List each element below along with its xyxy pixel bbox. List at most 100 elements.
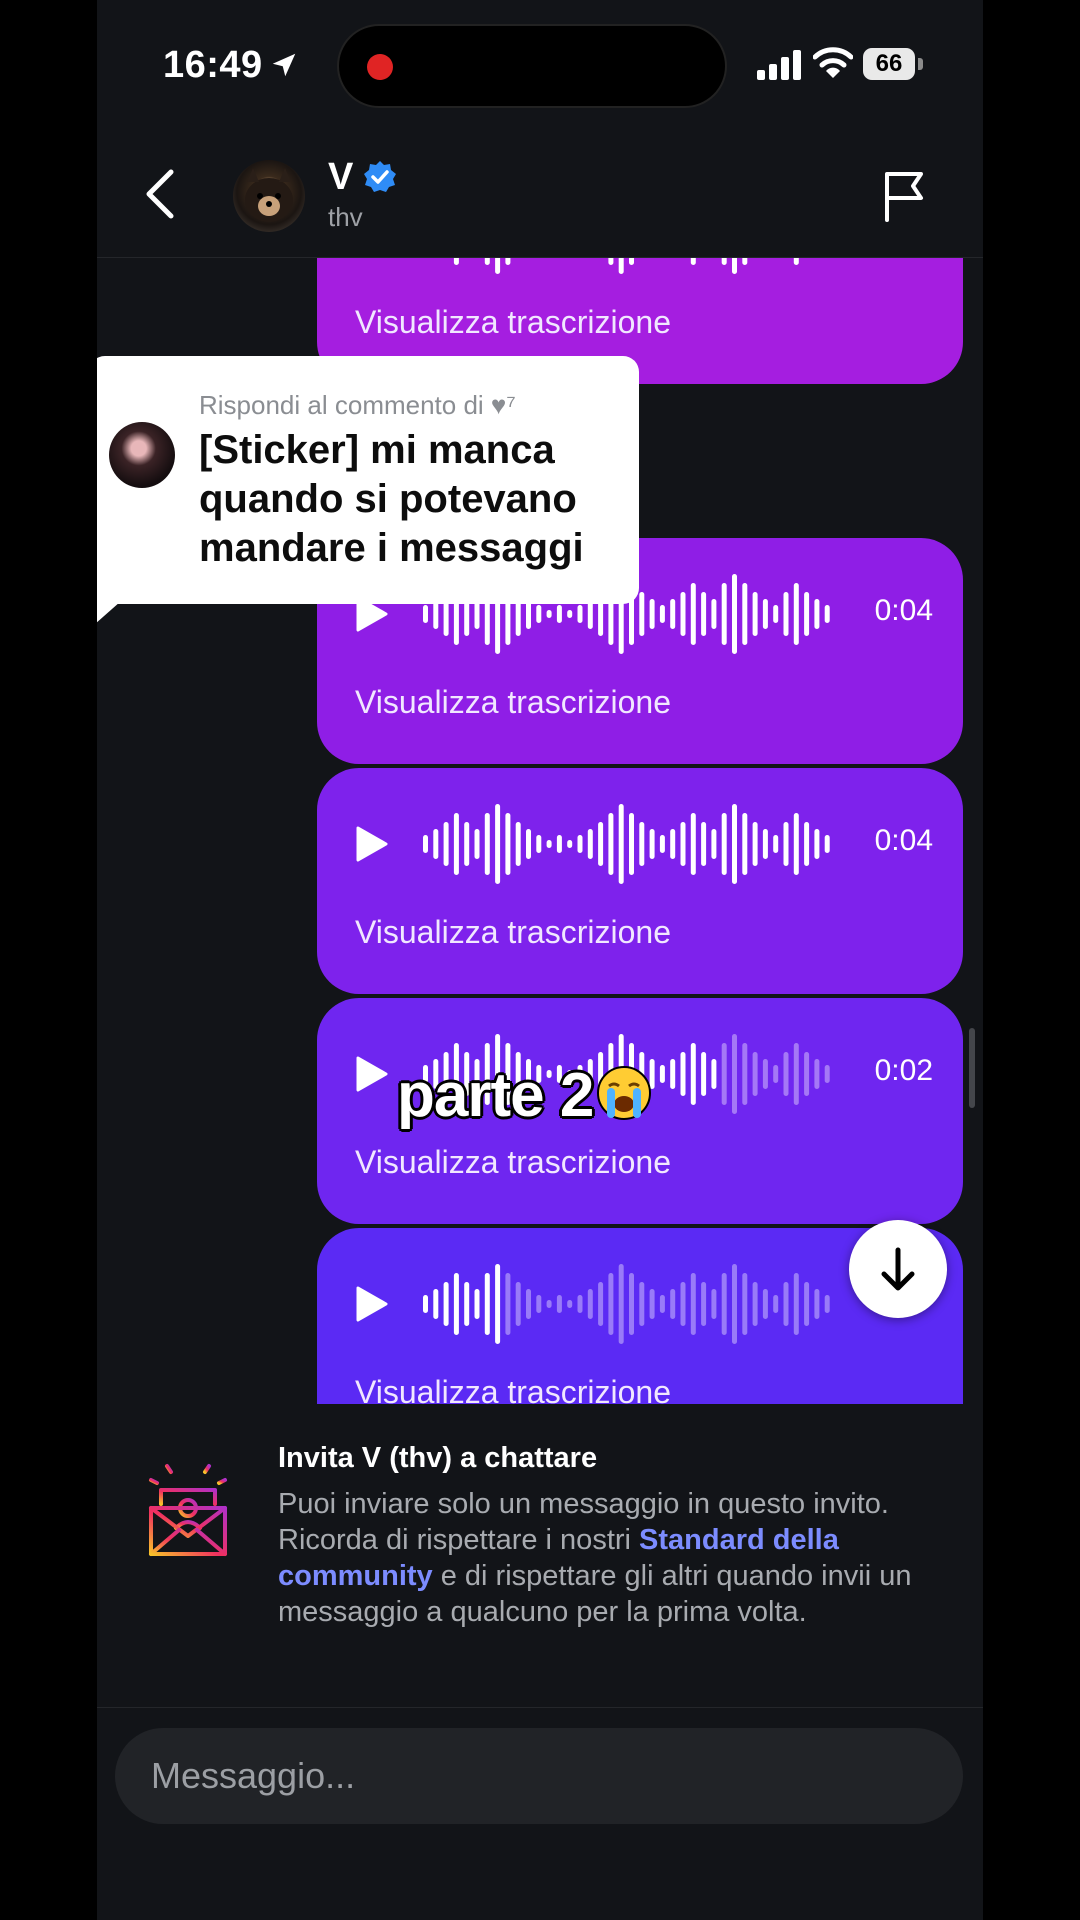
waveform-bar (495, 258, 501, 274)
waveform-bar (505, 813, 511, 875)
waveform-bar (598, 1282, 604, 1326)
waveform-bar (577, 835, 583, 853)
view-transcript-link[interactable]: Visualizza trascrizione (355, 684, 671, 721)
battery-tip (918, 58, 923, 70)
waveform-bar (495, 804, 501, 884)
view-transcript-link[interactable]: Visualizza trascrizione (355, 914, 671, 951)
crying-face-icon (597, 1066, 652, 1120)
waveform-bar (732, 574, 737, 654)
waveform-bar (629, 1273, 634, 1335)
waveform-bar (690, 1273, 696, 1335)
waveform-bar (721, 1043, 727, 1105)
waveform-bar (711, 599, 717, 629)
waveform-bar (804, 1282, 810, 1326)
waveform-bar (484, 258, 490, 265)
view-transcript-link[interactable]: Visualizza trascrizione (355, 1374, 671, 1404)
waveform[interactable] (423, 800, 835, 888)
scroll-indicator[interactable] (969, 1028, 975, 1108)
waveform[interactable] (423, 258, 835, 278)
waveform-bar (680, 822, 686, 866)
waveform-bar (814, 1289, 820, 1319)
play-icon[interactable] (355, 825, 389, 863)
view-transcript-link[interactable]: Visualizza trascrizione (355, 304, 671, 341)
waveform-bar (814, 829, 820, 859)
invite-envelope-icon (149, 1458, 227, 1556)
waveform-bar (742, 813, 748, 875)
voice-duration: 0:04 (874, 824, 933, 857)
waveform-bar (515, 1282, 521, 1326)
waveform-bar (793, 258, 799, 265)
waveform-bar (433, 1289, 439, 1319)
waveform-bar (742, 1273, 748, 1335)
waveform-bar (762, 829, 768, 859)
waveform-bar (556, 835, 562, 853)
voice-duration: 0:04 (874, 594, 933, 627)
waveform[interactable] (423, 1260, 835, 1348)
waveform-bar (546, 610, 552, 618)
waveform-bar (732, 1034, 737, 1114)
waveform-bar (608, 1273, 614, 1335)
cellular-signal-icon (757, 50, 801, 80)
waveform-bar (453, 258, 459, 265)
waveform-bar (556, 605, 562, 623)
waveform-bar (546, 1300, 552, 1308)
waveform-bar (577, 605, 583, 623)
reply-meta: Rispondi al commento di ♥⁷ (199, 390, 516, 420)
back-chevron-icon[interactable] (137, 166, 187, 222)
waveform-bar (670, 599, 676, 629)
waveform-bar (443, 1282, 449, 1326)
waveform-bar (783, 592, 789, 636)
waveform-bar (804, 822, 810, 866)
waveform-bar (546, 840, 552, 848)
waveform-bar (721, 258, 727, 265)
waveform-bar (804, 592, 810, 636)
reply-comment-text: [Sticker] mi manca quando si potevano ma… (199, 428, 584, 570)
waveform-bar (773, 605, 779, 623)
scroll-to-bottom-button[interactable] (849, 1220, 947, 1318)
waveform-bar (505, 1273, 511, 1335)
phone-screen: 16:49 66 V thv Visualizza trascrizione 0… (97, 0, 983, 1920)
waveform-bar (742, 583, 748, 645)
caption-text: parte 2 (397, 1061, 594, 1130)
waveform-bar (690, 258, 696, 265)
waveform-bar (587, 1289, 593, 1319)
contact-name[interactable]: V (328, 156, 353, 199)
waveform-bar (659, 1065, 665, 1083)
waveform-bar (804, 1052, 810, 1096)
waveform-bar (659, 1295, 665, 1313)
waveform-bar (670, 829, 676, 859)
waveform-bar (587, 829, 593, 859)
view-transcript-link[interactable]: Visualizza trascrizione (355, 1144, 671, 1181)
waveform-bar (659, 605, 665, 623)
report-flag-icon[interactable] (881, 170, 929, 222)
waveform-bar (824, 605, 830, 623)
waveform-bar (742, 1043, 748, 1105)
reply-sticker-tail (97, 594, 129, 624)
waveform-bar (536, 605, 542, 623)
waveform-bar (793, 1043, 799, 1105)
wifi-icon (813, 47, 853, 78)
waveform-bar (659, 835, 665, 853)
play-icon[interactable] (355, 1055, 389, 1093)
status-time: 16:49 (163, 44, 263, 86)
waveform-bar (783, 822, 789, 866)
voice-message-bubble[interactable]: 0:04 Visualizza trascrizione (317, 768, 963, 994)
waveform-bar (670, 1059, 676, 1089)
waveform-bar (639, 822, 645, 866)
waveform-bar (484, 813, 490, 875)
waveform-bar (629, 258, 634, 265)
waveform-bar (670, 1289, 676, 1319)
contact-avatar[interactable] (233, 160, 305, 232)
play-icon[interactable] (355, 1285, 389, 1323)
waveform-bar (752, 1282, 758, 1326)
waveform-bar (701, 592, 707, 636)
waveform-bar (567, 1300, 573, 1308)
waveform-bar (721, 583, 727, 645)
contact-username[interactable]: thv (328, 202, 363, 233)
message-input[interactable] (151, 1728, 931, 1824)
voice-duration: 0:02 (874, 1054, 933, 1087)
waveform-bar (752, 1052, 758, 1096)
waveform-bar (701, 1052, 707, 1096)
arrow-down-icon (881, 1247, 915, 1291)
verified-badge-icon (364, 161, 396, 192)
